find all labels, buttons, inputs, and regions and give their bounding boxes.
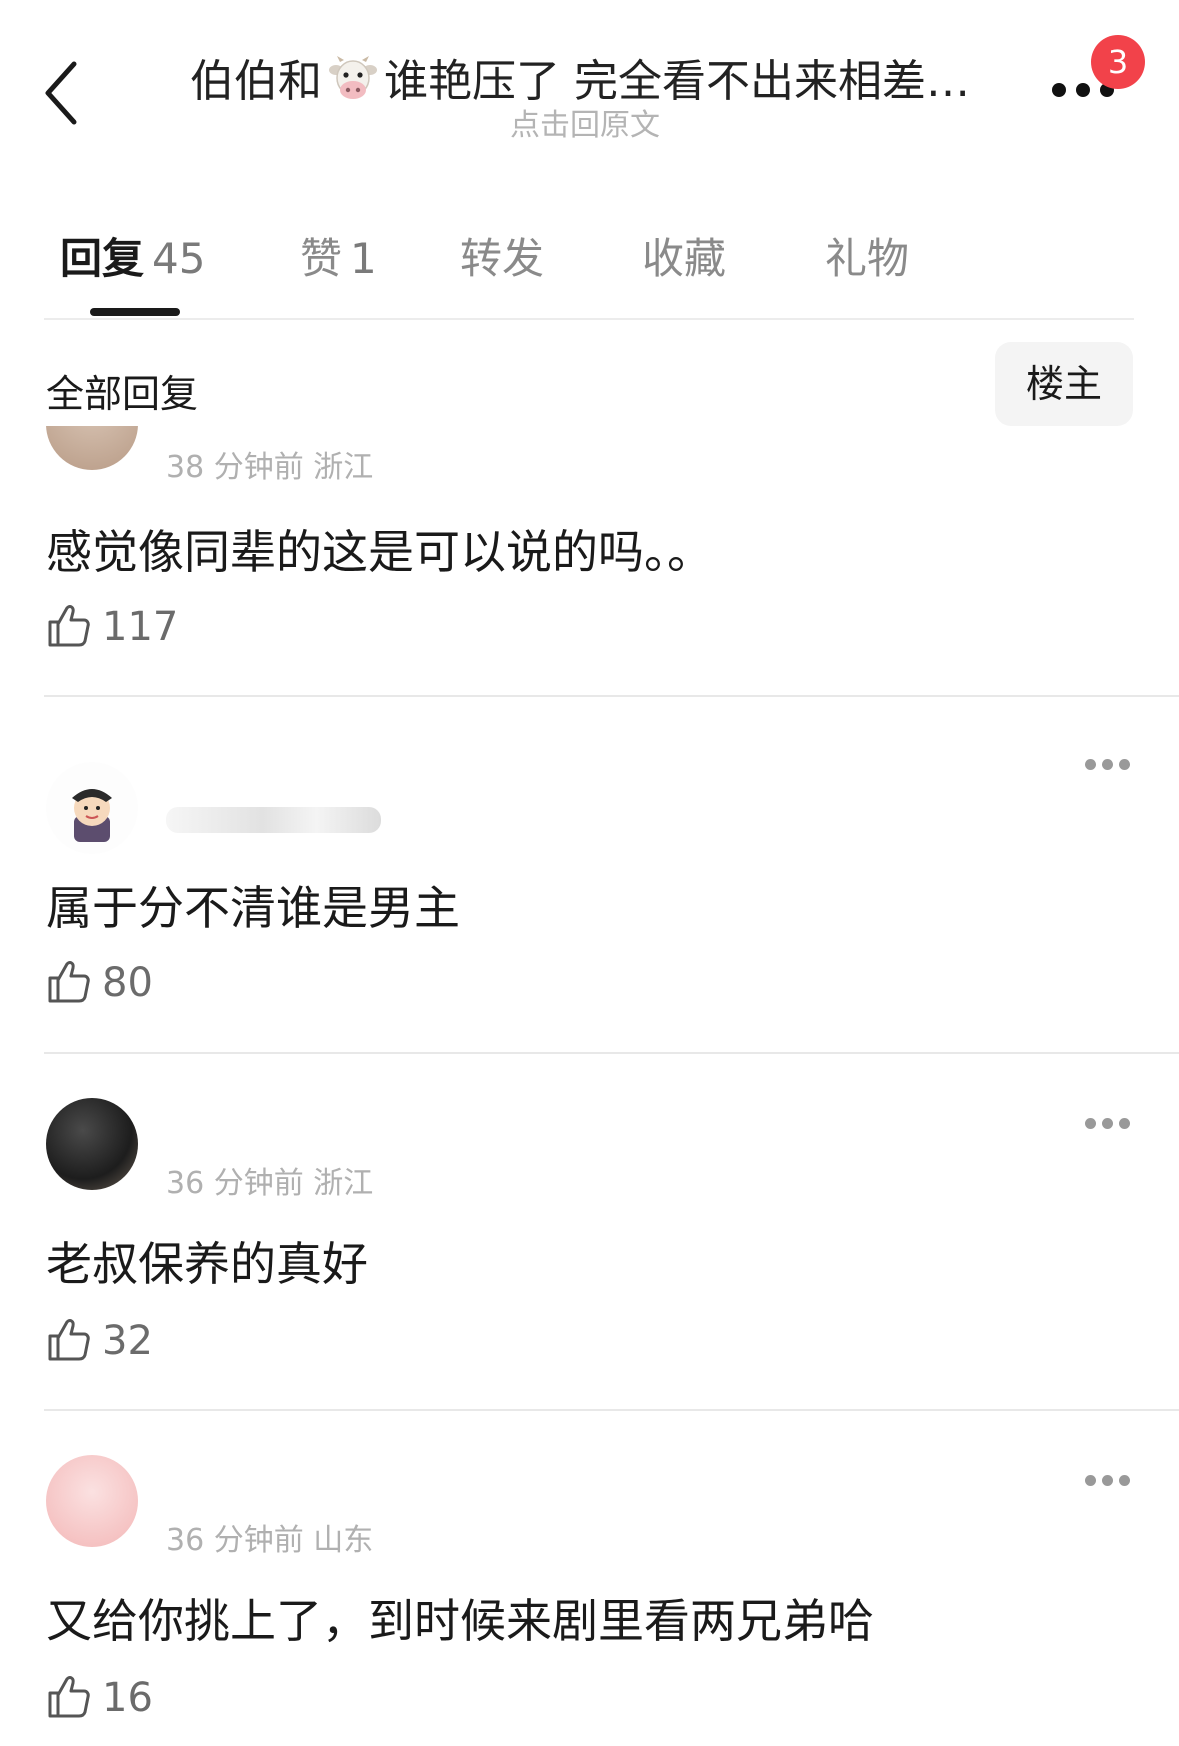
like-count: 80 — [102, 960, 153, 1006]
like-count: 117 — [102, 604, 178, 650]
tab-favorites[interactable]: 收藏 — [642, 225, 726, 286]
all-replies-label: 全部回复 — [46, 363, 198, 418]
active-tab-indicator — [90, 308, 180, 316]
avatar[interactable] — [46, 1455, 138, 1547]
op-only-button[interactable]: 楼主 — [995, 342, 1133, 426]
tab-reposts-label: 转发 — [460, 234, 544, 283]
comment-more-button[interactable] — [1085, 1471, 1133, 1491]
chevron-left-icon — [40, 58, 88, 128]
comment-divider — [44, 1052, 1179, 1054]
comment-meta: 36 分钟前 浙江 — [166, 1158, 373, 1202]
back-to-original-link[interactable]: 点击回原文 — [470, 100, 700, 144]
comment-text: 老叔保养的真好 — [46, 1228, 368, 1294]
comment-more-button[interactable] — [1085, 755, 1133, 775]
back-button[interactable] — [40, 58, 88, 128]
comment-more-button[interactable] — [1085, 1114, 1133, 1134]
tab-likes-count: 1 — [350, 234, 377, 283]
tab-gifts-label: 礼物 — [825, 234, 909, 283]
top-bar: 伯伯和 谁艳压了 完全看不出来相差… 点击回原文 3 — [0, 0, 1179, 150]
tab-replies-count: 45 — [152, 234, 205, 283]
like-count: 16 — [102, 1675, 153, 1721]
cow-face-icon — [328, 56, 378, 102]
avatar[interactable] — [46, 762, 138, 854]
comment-item: 38 分钟前 浙江 感觉像同辈的这是可以说的吗。。 117 — [0, 426, 1179, 696]
tab-replies-label: 回复 — [60, 234, 144, 283]
comment-item: 属于分不清谁是男主 80 — [0, 740, 1179, 1050]
tab-replies[interactable]: 回复45 — [60, 225, 205, 286]
comment-divider — [44, 695, 1179, 697]
thumbs-up-icon — [46, 958, 92, 1004]
comment-meta: 38 分钟前 浙江 — [166, 442, 373, 486]
avatar[interactable] — [46, 426, 138, 470]
comment-text: 属于分不清谁是男主 — [46, 872, 460, 938]
thumbs-up-icon — [46, 1673, 92, 1719]
tab-gifts[interactable]: 礼物 — [825, 225, 909, 286]
comment-text: 感觉像同辈的这是可以说的吗。。 — [46, 516, 713, 582]
tab-likes[interactable]: 赞1 — [300, 225, 377, 286]
comment-text: 又给你挑上了，到时候来剧里看两兄弟哈 — [46, 1585, 874, 1651]
tab-reposts[interactable]: 转发 — [460, 225, 544, 286]
notification-badge: 3 — [1091, 35, 1145, 89]
tab-favorites-label: 收藏 — [642, 234, 726, 283]
username-blurred — [166, 807, 381, 833]
post-title-prefix: 伯伯和 — [190, 56, 322, 107]
tab-bar: 回复45 赞1 转发 收藏 礼物 — [0, 205, 1179, 325]
comment-meta: 36 分钟前 山东 — [166, 1515, 373, 1559]
thumbs-up-icon — [46, 602, 92, 648]
like-count: 32 — [102, 1318, 153, 1364]
tab-divider — [44, 318, 1134, 320]
comment-item: 36 分钟前 浙江 老叔保养的真好 32 — [0, 1098, 1179, 1408]
tab-likes-label: 赞 — [300, 234, 342, 283]
comment-divider — [44, 1409, 1179, 1411]
thumbs-up-icon — [46, 1316, 92, 1362]
avatar[interactable] — [46, 1098, 138, 1190]
comment-item: 36 分钟前 山东 又给你挑上了，到时候来剧里看两兄弟哈 16 — [0, 1455, 1179, 1746]
